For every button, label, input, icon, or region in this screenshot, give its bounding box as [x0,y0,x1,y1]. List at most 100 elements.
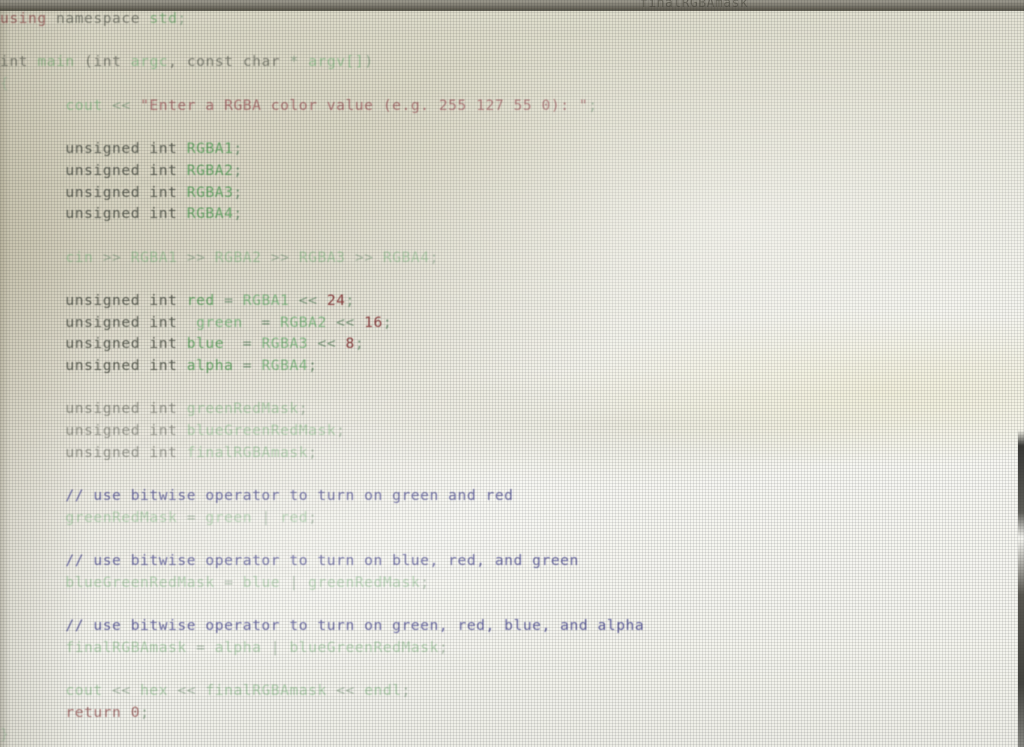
code-token-op: ; [382,313,393,331]
code-token-idf: hex [140,682,169,700]
code-line[interactable]: unsigned int red = RGBA1 << 24; [0,290,1024,312]
code-line[interactable]: unsigned int green = RGBA2 << 16; [0,312,1024,334]
code-token-op: | [261,638,290,656]
code-line[interactable] [0,30,1024,52]
code-line[interactable]: return 0; [0,702,1024,724]
code-line[interactable]: unsigned int finalRGBAmask; [0,442,1024,464]
code-token-id: std [149,10,178,27]
code-token-cmt: // use bitwise operator to turn on blue,… [65,552,579,570]
code-line[interactable] [0,659,1024,681]
code-token-id: red [186,291,215,309]
code-line[interactable]: unsigned int blue = RGBA3 << 8; [0,333,1024,355]
code-line[interactable]: unsigned int blueGreenRedMask; [0,420,1024,442]
code-token-num: 0 [130,704,141,721]
code-line[interactable] [0,268,1024,290]
code-line[interactable]: cin >> RGBA1 >> RGBA2 >> RGBA3 >> RGBA4; [0,247,1024,269]
code-token-pl: unsigned int [65,313,187,331]
code-token-idf: cin [65,248,94,266]
code-line[interactable]: blueGreenRedMask = blue | greenRedMask; [0,572,1024,594]
code-editor-text[interactable]: using namespace std; int main (int argc,… [0,8,1024,745]
code-token-op: << [168,682,206,700]
code-line[interactable]: // use bitwise operator to turn on blue,… [0,550,1024,572]
code-token-op: ) [364,53,374,71]
code-token-idf: RGBA4 [261,357,309,374]
code-line[interactable]: unsigned int greenRedMask; [0,398,1024,420]
code-line[interactable]: unsigned int RGBA3; [0,182,1024,204]
code-line[interactable]: unsigned int alpha = RGBA4; [0,355,1024,377]
code-line[interactable]: greenRedMask = green | red; [0,507,1024,529]
code-token-pl: unsigned int [65,443,187,461]
code-token-op: * [289,53,299,71]
code-token-op: = [214,573,243,591]
code-line[interactable] [0,529,1024,551]
code-token-op: ; [588,96,598,114]
code-token-fn: main [37,53,75,71]
code-token-kw: return [65,704,122,721]
code-line[interactable] [0,377,1024,399]
code-token-op: | [280,573,309,591]
code-token-op: << [102,96,141,114]
code-line[interactable] [0,225,1024,247]
code-line[interactable]: cout << hex << finalRGBAmask << endl; [0,680,1024,702]
code-line[interactable]: int main (int argc, const char * argv[]) [0,51,1024,73]
code-token-id: RGBA4 [186,205,234,223]
code-line[interactable]: { [0,73,1024,95]
code-line[interactable] [0,116,1024,138]
code-token-pl: int [0,53,38,71]
code-line[interactable]: cout << "Enter a RGBA color value (e.g. … [0,95,1024,117]
code-token-op: ; [354,335,365,353]
code-token-pl: unsigned int [65,140,187,158]
code-token-pl: unsigned int [65,183,187,201]
code-line[interactable]: unsigned int RGBA2; [0,160,1024,182]
code-token-op: >> [93,248,131,266]
code-line[interactable] [0,594,1024,616]
code-line[interactable]: unsigned int RGBA4; [0,203,1024,225]
code-line[interactable] [0,463,1024,485]
code-token-idf: greenRedMask [308,573,421,591]
code-token-idf: alpha [214,638,262,656]
code-line[interactable]: using namespace std; [0,8,1024,30]
code-token-num: 8 [345,335,355,353]
code-line[interactable]: // use bitwise operator to turn on green… [0,485,1024,507]
code-token-pl: const char [186,53,290,71]
code-line[interactable]: finalRGBAmask = alpha | blueGreenRedMask… [0,637,1024,659]
code-token-op: ; [401,682,411,700]
code-token-pl: namespace [46,10,150,27]
code-token-num: 16 [364,313,383,331]
code-token-pl: ( [74,53,94,71]
code-token-idf: blueGreenRedMask [65,573,215,591]
code-line[interactable]: // use bitwise operator to turn on green… [0,615,1024,637]
code-token-op: ; [233,140,243,158]
code-token-str: "Enter a RGBA color value (e.g. 255 127 … [140,96,589,114]
code-token-idf: finalRGBAmask [65,638,187,656]
code-token-op: << [326,313,365,331]
monitor-photograph: finalRGBAmask using namespace std; int m… [0,0,1024,747]
code-line[interactable]: unsigned int RGBA1; [0,138,1024,160]
code-token-pl: unsigned int [65,205,187,223]
code-token-idf: RGBA2 [280,313,327,331]
code-token-idf: blueGreenRedMask [289,638,439,656]
code-token-op: << [308,335,346,353]
code-line[interactable]: } [0,724,1024,746]
code-token-op: ; [308,357,318,374]
code-token-pl: unsigned int [65,400,187,418]
code-token-pl: unsigned int [65,422,187,440]
code-token-op: >> [261,248,299,266]
code-token-op: << [289,291,327,309]
code-token-idf: RGBA3 [261,335,309,353]
code-token-brc: } [0,725,10,743]
